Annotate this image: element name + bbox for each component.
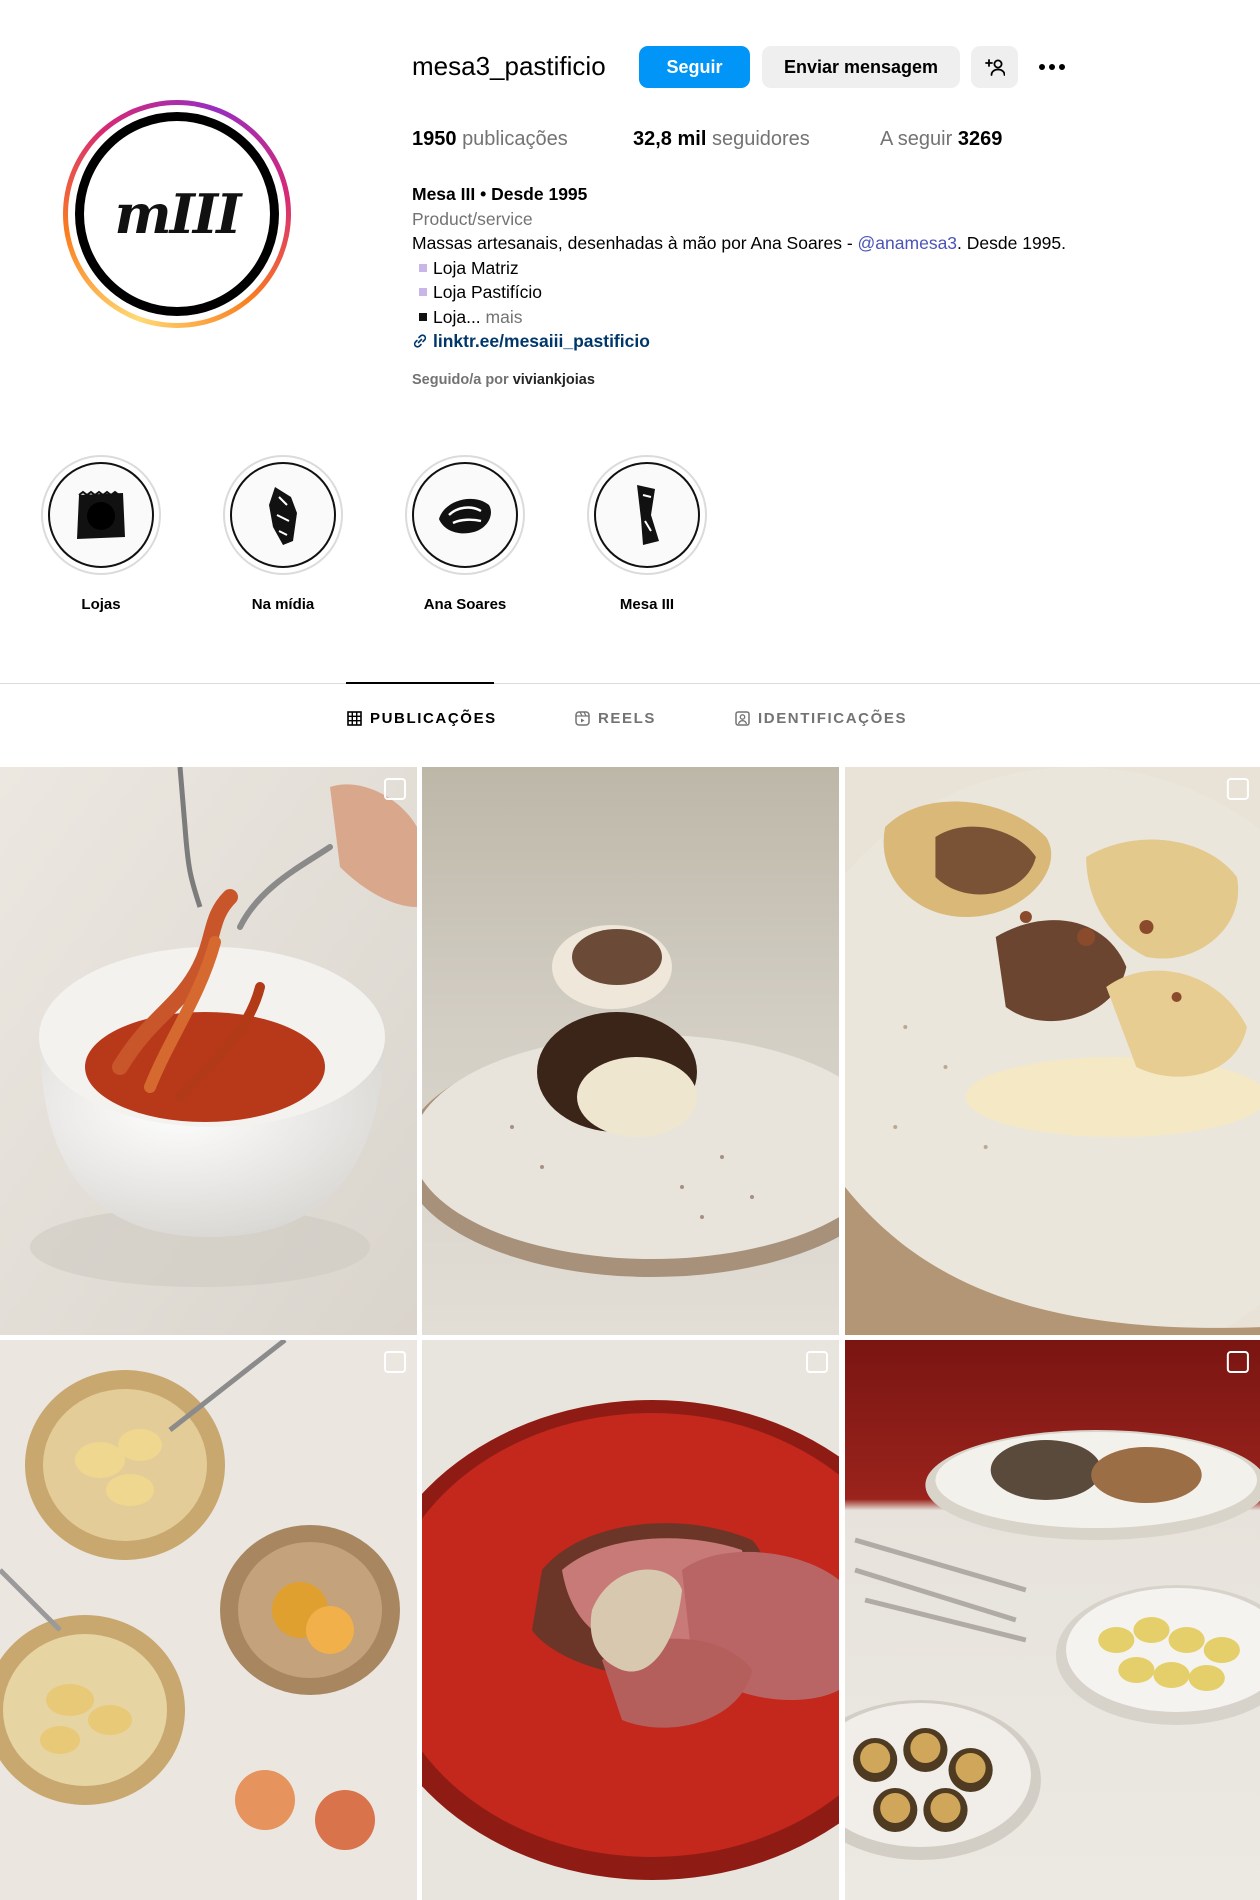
link-icon [413, 334, 427, 348]
post-thumbnail[interactable] [0, 767, 417, 1335]
bio-external-link[interactable]: linktr.ee/mesaiii_pastificio [412, 329, 1212, 354]
highlight-cover-ravioli [48, 462, 154, 568]
active-tab-indicator [346, 682, 494, 684]
square-bullet-icon [419, 312, 427, 321]
square-bullet-icon [419, 263, 427, 272]
filled-pasta-photo [845, 767, 1260, 1335]
tab-tagged[interactable]: IDENTIFICAÇÕES [735, 710, 907, 727]
follow-button[interactable]: Seguir [639, 46, 750, 88]
followers-count[interactable]: 32,8 mil seguidores [633, 128, 810, 151]
highlight-na-midia[interactable]: Na mídia [223, 455, 343, 613]
square-bullet-icon [419, 288, 427, 297]
highlight-lojas[interactable]: Lojas [41, 455, 161, 613]
highlight-cover-tortellini [412, 462, 518, 568]
tortelli-peaches-photo [0, 1340, 417, 1900]
ribbon-pasta-drawing [637, 485, 659, 545]
highlight-label: Ana Soares [423, 596, 507, 613]
person-add-icon [984, 59, 1005, 76]
tab-reels[interactable]: REELS [575, 710, 656, 727]
bio-line-3: Loja... mais [412, 305, 1212, 330]
highlight-mesa-iii[interactable]: Mesa III [587, 455, 707, 613]
post-thumbnail[interactable] [422, 1340, 839, 1900]
bio-description: Massas artesanais, desenhadas à mão por … [412, 233, 1067, 253]
bio-line-1: Loja Matriz [412, 256, 1212, 281]
bio-name: Mesa III • Desde 1995 [412, 184, 588, 204]
brand-logo: mIII [75, 112, 279, 316]
tortellini-drawing [439, 498, 491, 534]
post-thumbnail[interactable] [845, 767, 1260, 1335]
dessert-plate-photo [422, 767, 839, 1335]
tab-posts[interactable]: PUBLICAÇÕES [347, 710, 497, 727]
post-thumbnail[interactable] [845, 1340, 1260, 1900]
bio-line-2: Loja Pastifício [412, 280, 1212, 305]
bio-mention-link[interactable]: @anamesa3 [858, 233, 958, 253]
avatar-inner-ring: mIII [68, 105, 286, 323]
ravioli-drawing [77, 490, 125, 539]
highlight-label: Mesa III [619, 596, 675, 613]
logo-text: mIII [114, 182, 242, 246]
profile-username: mesa3_pastificio [412, 51, 606, 81]
highlight-label: Lojas [81, 596, 121, 613]
table-spread-photo [845, 1340, 1260, 1900]
bio-category: Product/service [412, 208, 533, 229]
roast-beef-photo [422, 1340, 839, 1900]
followed-by[interactable]: Seguido/a por viviankjoias [412, 372, 595, 388]
post-thumbnail[interactable] [0, 1340, 417, 1900]
profile-avatar[interactable]: mIII [63, 100, 291, 328]
bio-more-link[interactable]: mais [481, 307, 523, 327]
more-horizontal-icon[interactable] [1034, 52, 1070, 82]
posts-count: 1950 publicações [412, 128, 568, 150]
pasta-drawing [269, 487, 297, 545]
highlight-label: Na mídia [251, 596, 315, 613]
highlight-cover-ribbon [594, 462, 700, 568]
reels-icon [575, 711, 590, 726]
suggest-accounts-button[interactable] [971, 46, 1018, 88]
profile-bio: Mesa III • Desde 1995 Product/service Ma… [412, 182, 1212, 354]
following-count[interactable]: A seguir 3269 [880, 128, 1002, 151]
tagged-icon [735, 711, 750, 726]
pasta-bowl-photo [0, 767, 417, 1335]
grid-icon [347, 711, 362, 726]
post-thumbnail[interactable] [422, 767, 839, 1335]
highlight-ana-soares[interactable]: Ana Soares [405, 455, 525, 613]
highlight-cover-pasta [230, 462, 336, 568]
send-message-button[interactable]: Enviar mensagem [762, 46, 960, 88]
tabs-divider [0, 683, 1260, 684]
